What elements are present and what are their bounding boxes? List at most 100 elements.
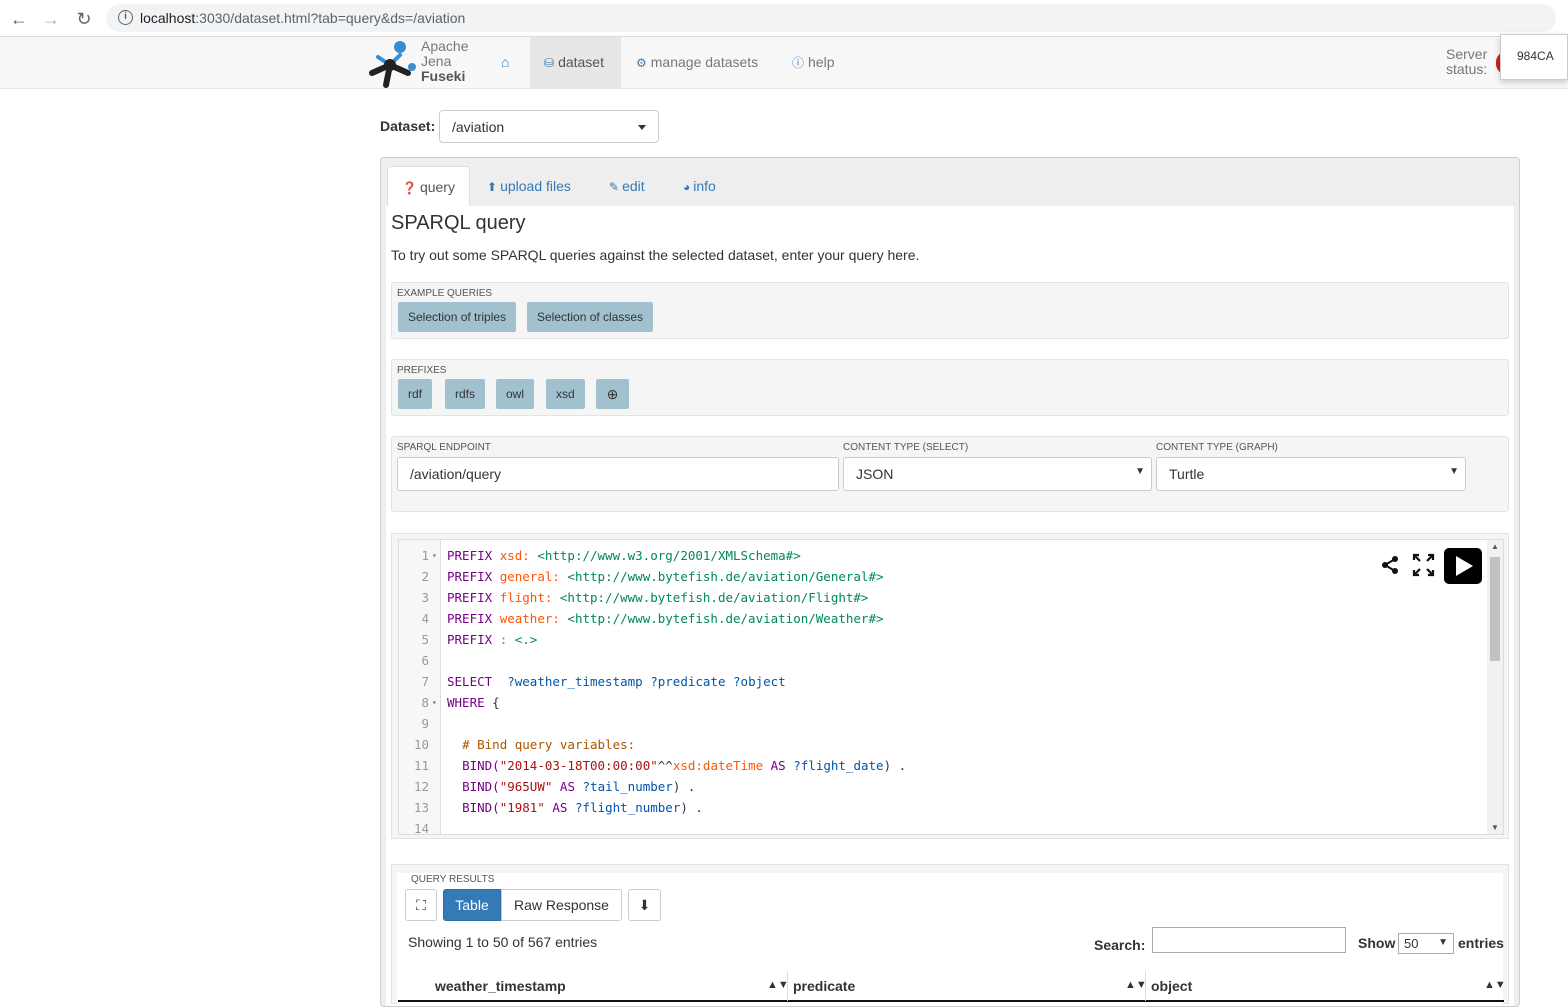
run-query-icon[interactable]: [1444, 548, 1482, 584]
code-token: general:: [499, 569, 560, 584]
example-selection-of-classes[interactable]: Selection of classes: [527, 302, 654, 332]
column-object[interactable]: object: [1151, 971, 1192, 1001]
code-token: ?flight_date: [793, 758, 884, 773]
code-token: "1981": [499, 800, 545, 815]
code-token: "965UW": [499, 779, 553, 794]
example-selection-of-triples[interactable]: Selection of triples: [398, 302, 517, 332]
browser-toolbar: ← → ↻ i localhost:3030/dataset.html?tab=…: [0, 0, 1568, 37]
line-number: 7: [421, 674, 429, 689]
entries-label: entries: [1458, 935, 1504, 951]
prefixes-box: PREFIXES rdf rdfs owl xsd ⊕: [391, 359, 1509, 416]
content-type-select-dropdown[interactable]: JSON ▼: [843, 457, 1152, 491]
code-token: PREFIX: [447, 632, 493, 647]
nav-help[interactable]: ⓘ help: [778, 37, 848, 88]
content-type-graph-value: Turtle: [1169, 466, 1205, 482]
tab-info[interactable]: ◕ info: [669, 166, 730, 207]
cogs-icon: ⚙: [636, 56, 647, 70]
dashboard-icon: ◕: [683, 180, 691, 194]
prefix-owl[interactable]: owl: [496, 379, 535, 409]
dataset-select[interactable]: /aviation: [439, 110, 659, 143]
chevron-down-icon: [638, 125, 646, 130]
tab-query-label: query: [419, 179, 455, 195]
search-label: Search:: [1094, 937, 1146, 953]
column-predicate[interactable]: predicate: [793, 971, 855, 1001]
prefix-rdfs[interactable]: rdfs: [445, 379, 486, 409]
line-number: 8: [421, 695, 429, 710]
info-circle-icon: ⓘ: [792, 56, 805, 70]
logo-text[interactable]: Apache Jena Fuseki: [421, 39, 468, 84]
question-circle-icon: ❓: [402, 181, 417, 195]
content-type-graph-dropdown[interactable]: Turtle ▼: [1156, 457, 1466, 491]
prefix-xsd[interactable]: xsd: [546, 379, 585, 409]
code-token: :: [499, 632, 508, 647]
entries-per-page-select[interactable]: 50 ▼: [1398, 933, 1454, 954]
prefixes-label: PREFIXES: [397, 365, 447, 376]
download-icon[interactable]: ⬇: [628, 889, 661, 921]
tab-edit[interactable]: ✎ edit: [595, 166, 659, 207]
site-info-icon[interactable]: i: [118, 10, 133, 25]
fullscreen-icon[interactable]: [1412, 553, 1435, 577]
sort-icon[interactable]: ▲▼: [767, 979, 789, 991]
editor-scrollbar[interactable]: ▲ ▼: [1487, 540, 1503, 834]
prefix-rdf[interactable]: rdf: [398, 379, 433, 409]
content-type-graph-label: CONTENT TYPE (GRAPH): [1156, 442, 1278, 453]
code-token: <http://www.bytefish.de/aviation/General…: [567, 569, 884, 584]
editor-scroll-thumb[interactable]: [1490, 557, 1500, 661]
fold-arrow-icon[interactable]: ▾: [432, 692, 437, 713]
nav-manage-datasets[interactable]: ⚙ manage datasets: [622, 37, 772, 88]
url-text[interactable]: localhost:3030/dataset.html?tab=query&ds…: [140, 10, 465, 26]
server-status-label: Server status:: [1446, 47, 1487, 77]
code-token: <http://www.w3.org/2001/XMLSchema#>: [537, 548, 801, 563]
nav-home[interactable]: ⌂: [487, 37, 527, 88]
tab-info-label: info: [693, 178, 716, 194]
fuseki-logo[interactable]: [364, 39, 416, 89]
line-number: 6: [421, 653, 429, 668]
sort-icon[interactable]: ▲▼: [1125, 979, 1147, 991]
results-info: Showing 1 to 50 of 567 entries: [408, 934, 598, 950]
view-table-button[interactable]: Table: [443, 889, 501, 921]
code-token: PREFIX: [447, 569, 493, 584]
line-number: 12: [413, 779, 429, 794]
code-token: BIND(: [462, 779, 500, 794]
dropdown-arrow-icon: ▼: [1449, 466, 1459, 477]
results-fullscreen-icon[interactable]: ⛶: [405, 889, 437, 921]
code-token: flight:: [499, 590, 553, 605]
query-editor[interactable]: 1 ▾ 2 3 4 5 6 7 8 ▾ 9 10 11 12 13 14 PREFIX xsd: <http:…: [398, 539, 1504, 835]
sort-icon[interactable]: ▲▼: [1484, 979, 1506, 991]
reload-icon[interactable]: ↻: [73, 8, 95, 30]
view-raw-response-button[interactable]: Raw Response: [501, 889, 622, 921]
dropdown-arrow-icon: ▼: [1438, 937, 1448, 948]
code-token: AS: [559, 779, 575, 794]
code-token: {: [492, 695, 500, 710]
fold-arrow-icon[interactable]: ▾: [432, 545, 437, 566]
tab-query[interactable]: ❓ query: [387, 166, 470, 207]
back-arrow-icon[interactable]: ←: [8, 8, 30, 30]
share-icon[interactable]: [1382, 556, 1398, 574]
dataset-label: Dataset:: [380, 118, 436, 134]
address-bar[interactable]: i localhost:3030/dataset.html?tab=query&…: [106, 4, 1556, 32]
dataset-panel: ❓ query ⬆ upload files ✎ edit ◕ info SPARQL …: [380, 157, 1520, 1007]
tab-upload-files[interactable]: ⬆ upload files: [473, 166, 585, 207]
column-divider: [1145, 971, 1146, 1001]
nav-dataset[interactable]: ⛁ dataset: [530, 37, 621, 88]
code-token: ) .: [672, 779, 696, 794]
scroll-up-icon[interactable]: ▲: [1491, 542, 1499, 551]
code-token: xsd:: [499, 548, 530, 563]
code-token: ?weather_timestamp: [507, 674, 643, 689]
column-weather-timestamp[interactable]: weather_timestamp: [435, 971, 566, 1001]
code-token: "2014-03-18T00:00:00": [499, 758, 658, 773]
add-prefix-icon[interactable]: ⊕: [596, 379, 629, 409]
logo-line-fuseki: Fuseki: [421, 68, 466, 84]
endpoint-input[interactable]: /aviation/query: [397, 457, 839, 491]
edit-icon: ✎: [609, 180, 620, 194]
scroll-down-icon[interactable]: ▼: [1491, 823, 1499, 832]
nav-dataset-label: dataset: [558, 54, 604, 70]
content-type-select-value: JSON: [856, 466, 894, 482]
entries-per-page-value: 50: [1404, 936, 1419, 951]
database-icon: ⛁: [544, 56, 555, 70]
tab-upload-label: upload files: [500, 178, 571, 194]
example-queries-box: EXAMPLE QUERIES Selection of triples Sel…: [391, 282, 1509, 339]
forward-arrow-icon[interactable]: →: [40, 8, 62, 30]
line-number: 13: [413, 800, 429, 815]
search-input[interactable]: [1152, 927, 1346, 953]
